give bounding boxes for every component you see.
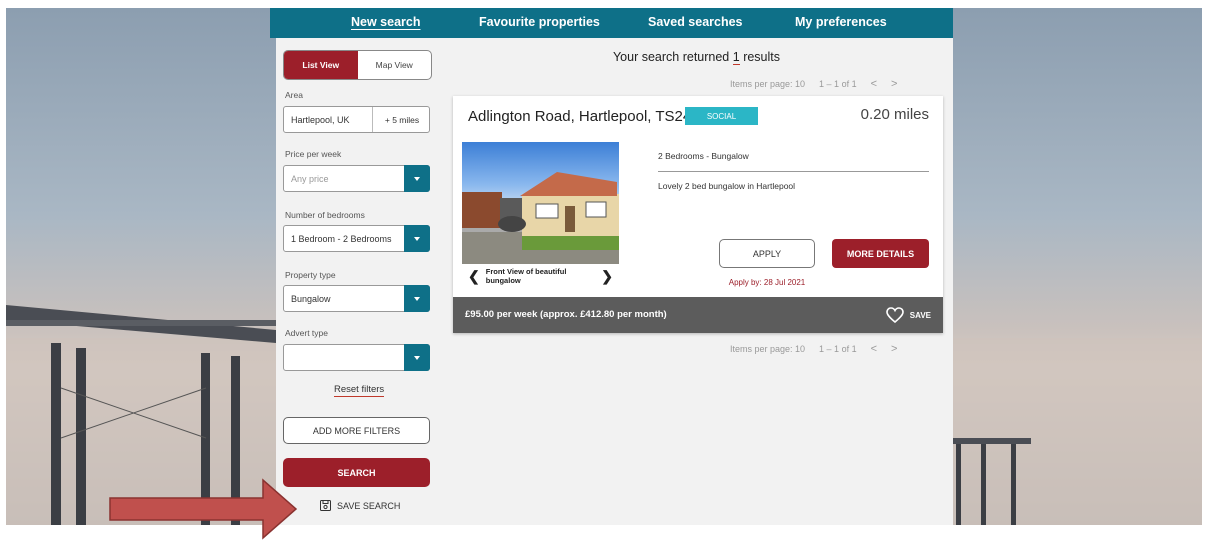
property-spec: 2 Bedrooms - Bungalow [658,151,749,161]
advert-type-select[interactable] [283,344,430,371]
items-per-page[interactable]: Items per page: 10 [730,79,805,89]
area-value: Hartlepool, UK [291,115,350,125]
nav-saved-searches[interactable]: Saved searches [648,15,743,29]
save-favourite-button[interactable]: SAVE [885,307,931,323]
price-select[interactable]: Any price [283,165,430,192]
next-page-icon[interactable]: > [891,343,897,355]
chevron-right-icon[interactable]: ❯ [595,268,619,285]
divider [658,171,929,172]
chevron-down-icon[interactable] [404,165,430,192]
photo-caption-bar: ❮ Front View of beautiful bungalow ❯ [462,264,619,288]
property-type-select[interactable]: Bungalow [283,285,430,312]
results-prefix: Your search returned [612,50,730,64]
bedrooms-value: 1 Bedroom - 2 Bedrooms [291,234,392,244]
pager-top: Items per page: 10 1 – 1 of 1 < > [730,78,897,90]
search-button[interactable]: SEARCH [283,458,430,487]
price-bar: £95.00 per week (approx. £412.80 per mon… [453,297,943,333]
price-label: Price per week [285,149,342,159]
property-type-value: Bungalow [291,294,331,304]
area-label: Area [285,90,303,100]
save-label: SAVE [909,310,931,320]
top-navbar: New search Favourite properties Saved se… [270,8,953,38]
photo-caption: Front View of beautiful bungalow [485,267,567,285]
reset-filters-link[interactable]: Reset filters [334,384,385,397]
apply-button[interactable]: APPLY [719,239,815,268]
page-range: 1 – 1 of 1 [819,344,857,354]
view-toggle: List View Map View [283,50,432,80]
price-placeholder: Any price [291,174,329,184]
distance-label: 0.20 miles [860,106,929,123]
save-search-label: SAVE SEARCH [337,500,401,511]
results-suffix: results [743,50,781,64]
results-count: 1 [732,50,740,65]
bedrooms-select[interactable]: 1 Bedroom - 2 Bedrooms [283,225,430,252]
nav-my-preferences[interactable]: My preferences [795,15,887,29]
chevron-down-icon[interactable] [404,225,430,252]
property-photo[interactable] [462,142,619,264]
floppy-disk-icon [320,500,331,511]
prev-page-icon[interactable]: < [871,343,877,355]
items-per-page[interactable]: Items per page: 10 [730,344,805,354]
chevron-down-icon[interactable] [404,285,430,312]
price-label: £95.00 per week (approx. £412.80 per mon… [465,309,667,320]
property-title[interactable]: Adlington Road, Hartlepool, TS24 [468,108,691,125]
page-range: 1 – 1 of 1 [819,79,857,89]
prev-page-icon[interactable]: < [871,78,877,90]
pager-bottom: Items per page: 10 1 – 1 of 1 < > [730,343,897,355]
add-more-filters-button[interactable]: ADD MORE FILTERS [283,417,430,444]
more-details-button[interactable]: MORE DETAILS [832,239,929,268]
annotation-arrow-icon [109,478,298,540]
tenure-badge: SOCIAL [685,107,758,125]
radius-selector[interactable]: + 5 miles [372,107,431,132]
next-page-icon[interactable]: > [891,78,897,90]
bedrooms-label: Number of bedrooms [285,210,365,220]
chevron-left-icon[interactable]: ❮ [462,268,486,285]
area-field[interactable]: Hartlepool, UK + 5 miles [283,106,430,133]
property-description: Lovely 2 bed bungalow in Hartlepool [658,181,796,191]
results-summary: Your search returned 1 results [440,50,953,65]
map-view-tab[interactable]: Map View [358,51,432,79]
nav-new-search[interactable]: New search [351,15,420,29]
heart-icon [885,307,904,323]
list-view-tab[interactable]: List View [284,51,358,79]
save-search-button[interactable]: SAVE SEARCH [320,500,400,511]
chevron-down-icon[interactable] [404,344,430,371]
property-type-label: Property type [285,270,336,280]
nav-favourite-properties[interactable]: Favourite properties [479,15,600,29]
property-card: Adlington Road, Hartlepool, TS24 SOCIAL … [453,96,943,333]
advert-type-label: Advert type [285,328,328,338]
apply-by-date: Apply by: 28 Jul 2021 [728,278,806,287]
